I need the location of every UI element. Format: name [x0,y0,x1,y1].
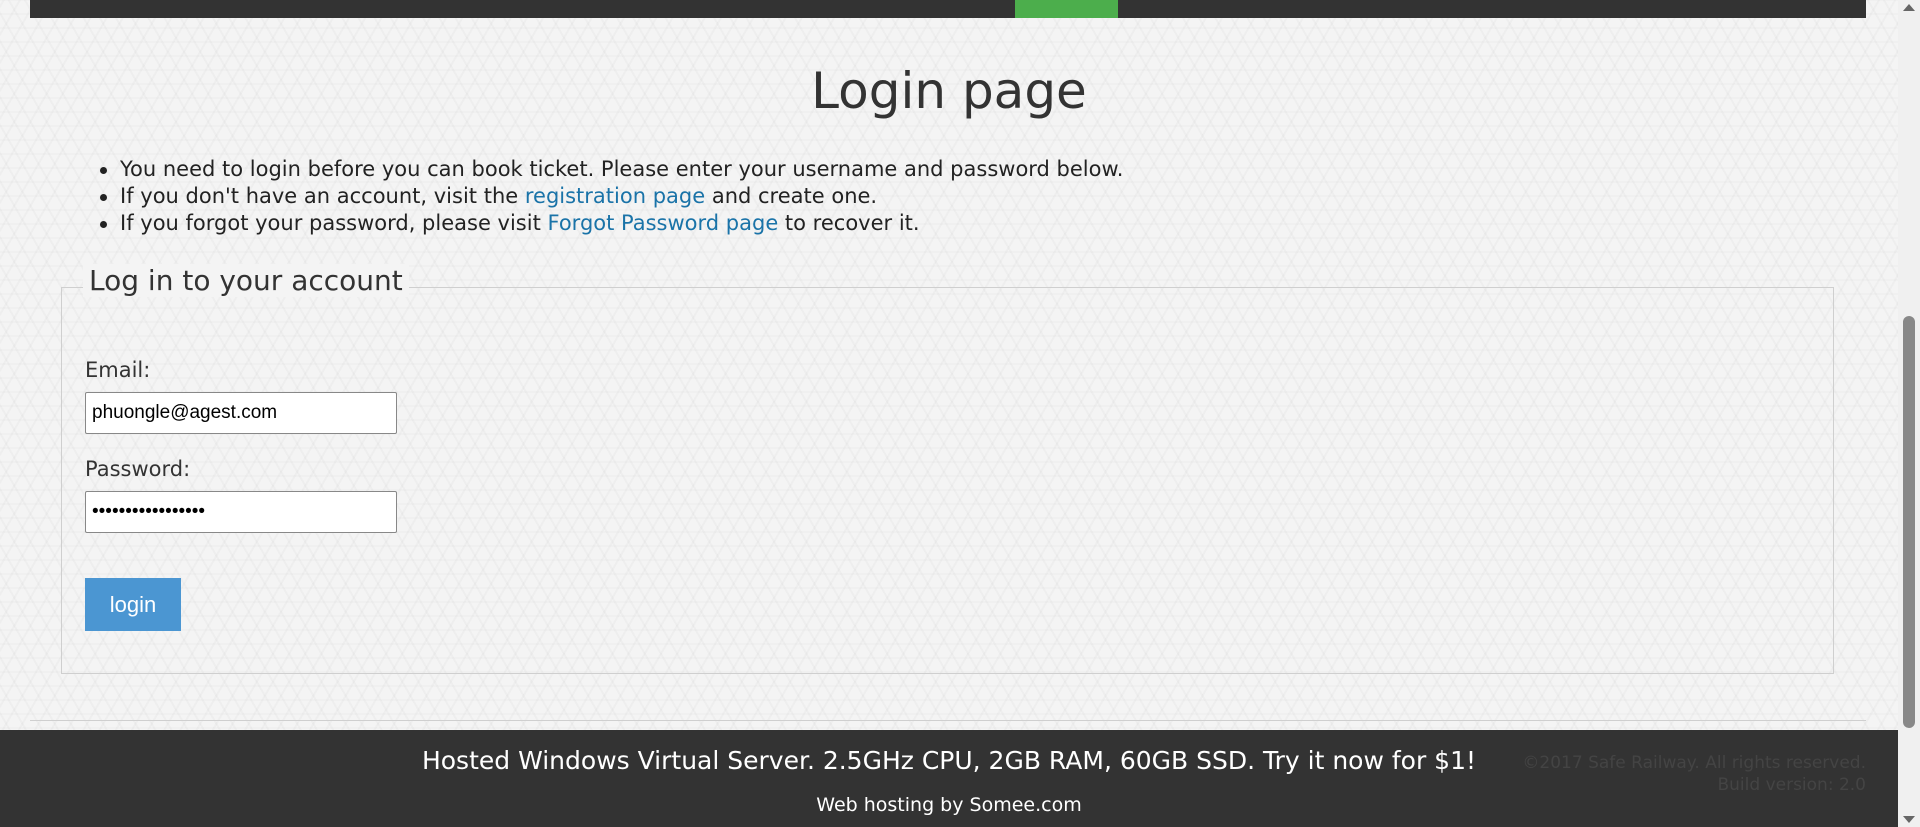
password-field[interactable]: ••••••••••••••••• [85,491,397,533]
scrollbar-thumb[interactable] [1903,316,1915,728]
footer: Hosted Windows Virtual Server. 2.5GHz CP… [0,730,1898,827]
login-form-legend: Log in to your account [83,264,409,297]
forgot-password-link[interactable]: Forgot Password page [548,211,779,235]
web-hosting-link[interactable]: Web hosting by Somee.com [0,794,1898,816]
instruction-register: If you don't have an account, visit the … [99,183,1123,210]
email-label: Email: [85,358,151,382]
instruction-text: to recover it. [778,211,920,235]
vertical-scrollbar[interactable] [1898,0,1920,827]
instruction-text: If you forgot your password, please visi… [120,211,548,235]
login-instructions: You need to login before you can book ti… [99,156,1124,237]
footer-divider [30,720,1866,721]
password-label: Password: [85,457,191,481]
instruction-login-required: You need to login before you can book ti… [99,156,1124,183]
instruction-forgot-password: If you forgot your password, please visi… [99,210,1123,237]
build-version: Build version: 2.0 [1717,775,1866,795]
login-button[interactable]: login [85,578,181,631]
page-title: Login page [811,62,1087,120]
active-nav-tab[interactable] [1015,0,1118,18]
copyright-info: ©2017 Safe Railway. All rights reserved.… [1522,752,1866,796]
copyright-text: ©2017 Safe Railway. All rights reserved. [1522,753,1866,773]
instruction-text: and create one. [705,184,878,208]
scroll-down-icon[interactable] [1903,816,1915,823]
email-field[interactable]: phuongle@agest.com [85,392,397,434]
login-form: Log in to your account Email: phuongle@a… [61,264,1834,674]
instruction-text: If you don't have an account, visit the [120,184,525,208]
registration-page-link[interactable]: registration page [525,184,705,208]
top-nav-bar [30,0,1866,18]
scroll-up-icon[interactable] [1903,4,1915,11]
instruction-text: You need to login before you can book ti… [120,157,1124,181]
